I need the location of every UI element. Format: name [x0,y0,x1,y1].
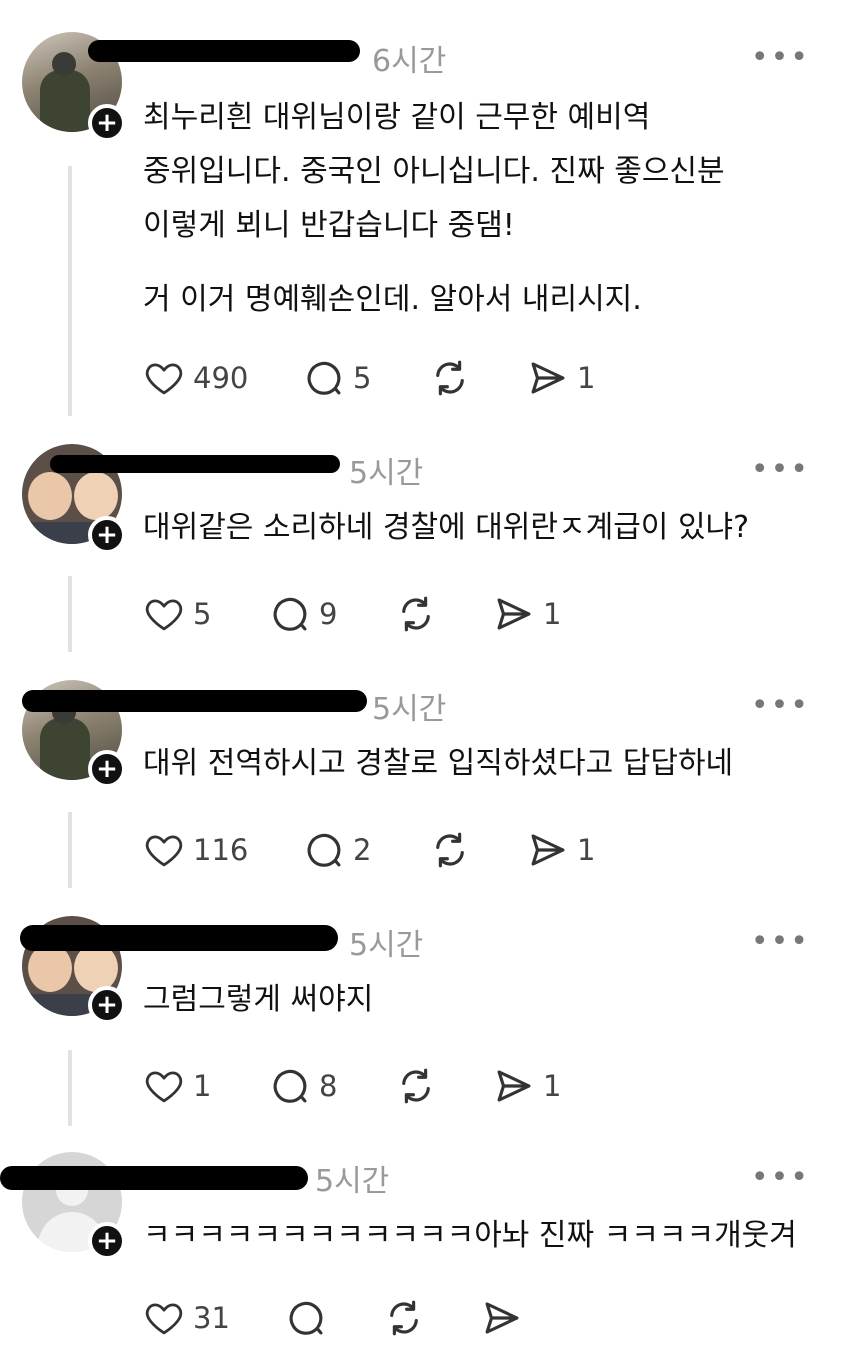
repost-button[interactable] [395,592,437,636]
repost-icon [402,1068,430,1104]
comment-icon [273,1069,307,1103]
repost-button[interactable] [395,1064,437,1108]
post-text-line: ㅋㅋㅋㅋㅋㅋㅋㅋㅋㅋㅋㅋ아놔 진짜 ㅋㅋㅋㅋ개웃겨 [143,1218,797,1253]
post-time: 5시간 [349,928,424,963]
more-icon[interactable]: ••• [751,452,810,487]
post-text-line: 그럼그렇게 써야지 [143,982,374,1017]
like-button[interactable]: 490 [143,356,248,400]
heart-icon [145,1303,183,1335]
comment-icon [289,1301,323,1335]
like-count: 5 [193,597,212,631]
post-text-line: 이렇게 뵈니 반갑습니다 중댐! [143,208,515,243]
send-icon [531,834,565,866]
like-count: 490 [193,361,249,395]
comment-icon [273,597,307,631]
post-body: 대위 전역하시고 경찰로 입직하셨다고 답답하네 [143,742,823,786]
post-text-line: 대위같은 소리하네 경찰에 대위란ㅈ계급이 있냐? [143,510,750,545]
more-icon[interactable]: ••• [751,1160,810,1195]
heart-icon [145,835,183,867]
send-icon [485,1302,519,1334]
repost-button[interactable] [429,828,471,872]
thread-line [68,1050,72,1126]
like-count: 116 [193,833,249,867]
send-button[interactable]: 1 [527,828,595,872]
more-icon[interactable]: ••• [751,40,810,75]
comment-count: 5 [353,361,372,395]
username-redacted[interactable] [22,690,367,712]
post-time: 6시간 [372,44,447,79]
post-body: 대위같은 소리하네 경찰에 대위란ㅈ계급이 있냐? [143,506,823,550]
follow-plus-icon[interactable]: + [88,986,126,1024]
share-count: 1 [577,361,596,395]
follow-plus-icon[interactable]: + [88,1222,126,1260]
send-button[interactable] [481,1296,523,1340]
more-icon[interactable]: ••• [751,688,810,723]
more-icon[interactable]: ••• [751,924,810,959]
send-icon [497,598,531,630]
like-button[interactable]: 1 [143,1064,211,1108]
like-count: 1 [193,1069,212,1103]
post-body: ㅋㅋㅋㅋㅋㅋㅋㅋㅋㅋㅋㅋ아놔 진짜 ㅋㅋㅋㅋ개웃겨 [143,1214,823,1258]
heart-icon [145,363,183,395]
thread-line [68,576,72,652]
share-count: 1 [577,833,596,867]
repost-icon [436,832,464,868]
follow-plus-icon[interactable]: + [88,104,126,142]
comment-count: 2 [353,833,372,867]
send-icon [531,362,565,394]
repost-icon [402,596,430,632]
send-icon [497,1070,531,1102]
send-button[interactable]: 1 [493,1064,561,1108]
username-redacted[interactable] [50,455,340,473]
username-redacted[interactable] [0,1166,308,1190]
post-text-line: 대위 전역하시고 경찰로 입직하셨다고 답답하네 [143,746,734,781]
comment-count: 8 [319,1069,338,1103]
post-time: 5시간 [372,692,447,727]
share-count: 1 [543,1069,562,1103]
post-body: 그럼그렇게 써야지 [143,978,823,1022]
repost-button[interactable] [429,356,471,400]
follow-plus-icon[interactable]: + [88,750,126,788]
comment-count: 9 [319,597,338,631]
like-count: 31 [193,1301,230,1335]
like-button[interactable]: 31 [143,1296,230,1340]
thread-line [68,812,72,888]
comment-icon [307,833,341,867]
comment-button[interactable]: 9 [269,592,337,636]
comment-button[interactable]: 5 [303,356,371,400]
send-button[interactable]: 1 [527,356,595,400]
repost-icon [436,360,464,396]
comment-button[interactable]: 2 [303,828,371,872]
username-redacted[interactable] [20,925,338,951]
post-time: 5시간 [315,1164,390,1199]
repost-icon [390,1300,418,1336]
comment-icon [307,361,341,395]
post-text-line: 최누리흰 대위님이랑 같이 근무한 예비역 [143,100,651,135]
post-text-line: 중위입니다. 중국인 아니십니다. 진짜 좋으신분 [143,154,725,189]
heart-icon [145,599,183,631]
post-time: 5시간 [349,456,424,491]
heart-icon [145,1071,183,1103]
comment-button[interactable]: 8 [269,1064,337,1108]
thread-line [68,166,72,416]
repost-button[interactable] [383,1296,425,1340]
follow-plus-icon[interactable]: + [88,516,126,554]
post-body: 최누리흰 대위님이랑 같이 근무한 예비역 중위입니다. 중국인 아니십니다. … [143,96,823,322]
like-button[interactable]: 5 [143,592,211,636]
post-text-line: 거 이거 명예훼손인데. 알아서 내리시지. [143,282,642,317]
comment-button[interactable] [285,1296,327,1340]
share-count: 1 [543,597,562,631]
username-redacted[interactable] [88,40,360,62]
like-button[interactable]: 116 [143,828,248,872]
send-button[interactable]: 1 [493,592,561,636]
